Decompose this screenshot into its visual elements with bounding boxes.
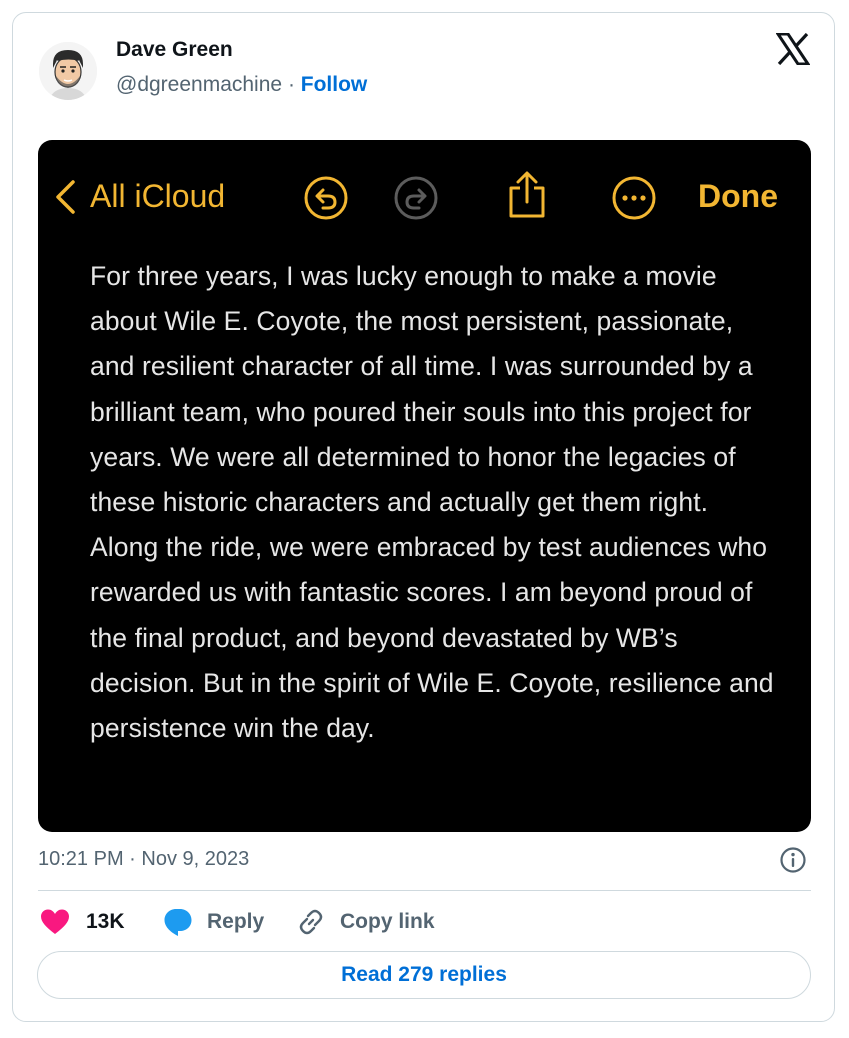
read-replies-button[interactable]: Read 279 replies	[37, 951, 811, 999]
author-handle[interactable]: @dgreenmachine	[116, 73, 282, 96]
share-icon	[509, 171, 545, 218]
chevron-left-icon	[56, 179, 75, 214]
redo-icon	[394, 176, 438, 220]
back-label: All iCloud	[90, 178, 226, 214]
like-count: 13K	[86, 910, 125, 933]
done-button: Done	[698, 178, 778, 214]
heart-icon	[41, 909, 69, 934]
reply-bubble-icon	[164, 909, 192, 936]
undo-icon	[304, 176, 348, 220]
like-button[interactable]: 13K	[40, 902, 125, 942]
reply-label: Reply	[207, 910, 265, 933]
author-handle-line: @dgreenmachine · Follow	[116, 73, 367, 97]
reply-button[interactable]: Reply	[163, 902, 264, 942]
author-name[interactable]: Dave Green	[116, 38, 233, 62]
note-body-text: For three years, I was lucky enough to m…	[90, 261, 774, 744]
more-icon	[612, 176, 656, 220]
back-button: All iCloud	[54, 178, 225, 215]
notes-screenshot-image[interactable]: All iCloud Done For three years, I was l…	[38, 140, 811, 832]
copy-link-button[interactable]: Copy link	[296, 902, 435, 942]
separator: ·	[287, 73, 295, 96]
follow-button[interactable]: Follow	[301, 73, 368, 96]
read-replies-label: Read 279 replies	[341, 963, 507, 986]
x-logo-icon[interactable]	[775, 32, 811, 66]
info-icon[interactable]	[779, 846, 807, 874]
divider	[38, 890, 811, 891]
avatar[interactable]	[39, 42, 97, 100]
link-icon	[299, 909, 323, 935]
tweet-timestamp[interactable]: 10:21 PM · Nov 9, 2023	[38, 848, 249, 871]
copy-link-label: Copy link	[340, 910, 435, 933]
